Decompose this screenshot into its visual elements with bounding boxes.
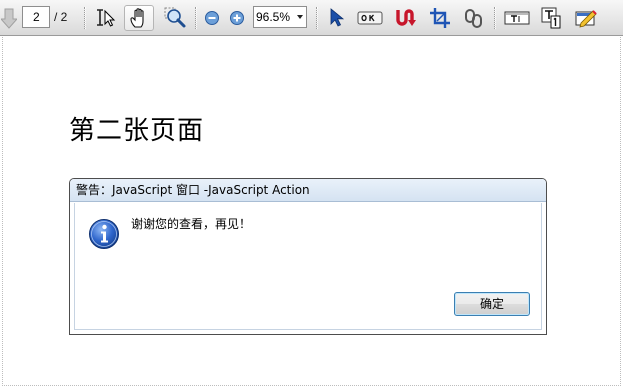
select-text-tool[interactable] — [94, 5, 118, 31]
attach-link-icon — [465, 9, 482, 28]
page-number-input[interactable]: 2 — [22, 6, 50, 28]
toolbar-divider — [494, 7, 496, 29]
hand-icon — [130, 8, 144, 28]
info-icon — [89, 219, 119, 249]
toolbar-divider — [195, 7, 197, 29]
touchup-text-icon — [541, 7, 561, 29]
zoom-in-icon — [230, 11, 244, 25]
toolbar: 2 / 2 96.5% — [0, 0, 623, 36]
zoom-level-select[interactable]: 96.5% — [253, 6, 307, 28]
toolbar-divider — [84, 7, 86, 29]
crop-tool[interactable] — [428, 5, 452, 31]
dialog-message: 谢谢您的查看，再见！ — [131, 217, 252, 231]
zoom-tool-icon — [164, 7, 186, 28]
text-field-tool[interactable] — [503, 5, 531, 31]
alert-dialog: 警告：JavaScript 窗口 -JavaScript Action 谢谢您的… — [69, 178, 547, 335]
touchup-text-tool[interactable] — [539, 5, 563, 31]
select-text-icon — [97, 9, 116, 27]
zoom-out-button[interactable] — [203, 5, 221, 31]
hand-tool[interactable] — [124, 5, 154, 31]
edit-tool[interactable] — [574, 5, 600, 31]
ok-button[interactable]: 确定 — [454, 292, 530, 316]
zoom-out-icon — [205, 11, 219, 25]
crop-icon — [430, 8, 450, 28]
attach-link-tool[interactable] — [462, 5, 486, 31]
page-total-label: / 2 — [54, 10, 68, 24]
button-field-icon — [357, 11, 383, 25]
button-field-tool[interactable] — [356, 5, 384, 31]
zoom-in-button[interactable] — [228, 5, 246, 31]
page-down-arrow-icon — [1, 8, 17, 29]
toolbar-divider — [316, 7, 318, 29]
page-heading: 第二张页面 — [69, 116, 205, 146]
link-tool-icon — [396, 9, 416, 26]
text-field-icon — [504, 11, 530, 25]
next-page-button[interactable] — [0, 5, 18, 31]
link-tool[interactable] — [393, 5, 417, 31]
chevron-down-icon[interactable] — [297, 15, 303, 19]
zoom-level-value: 96.5% — [256, 10, 291, 24]
dialog-title: 警告：JavaScript 窗口 -JavaScript Action — [70, 179, 546, 202]
edit-pencil-icon — [575, 10, 597, 28]
select-object-tool[interactable] — [326, 5, 346, 31]
zoom-tool[interactable] — [162, 5, 188, 31]
select-object-icon — [330, 8, 345, 27]
dialog-body: 谢谢您的查看，再见！ 确定 — [74, 203, 542, 330]
